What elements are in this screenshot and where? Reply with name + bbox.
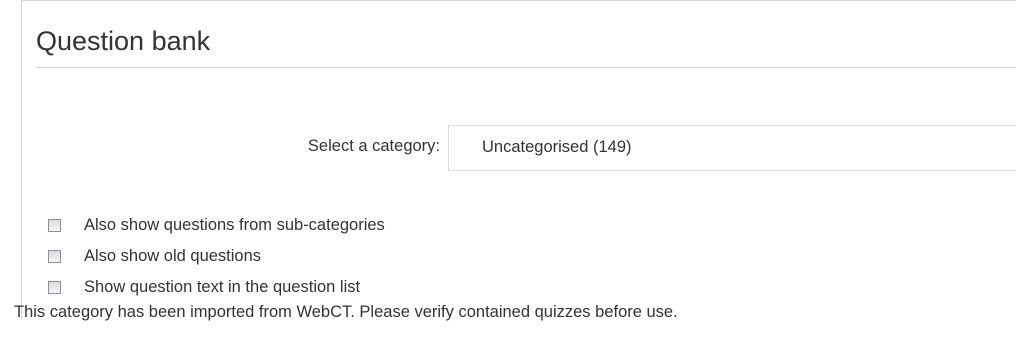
category-label: Select a category: xyxy=(307,137,440,155)
option-show-question-text[interactable]: Show question text in the question list xyxy=(48,276,360,298)
import-notice: This category has been imported from Web… xyxy=(14,303,678,321)
question-text-label: Show question text in the question list xyxy=(84,277,361,296)
title-divider xyxy=(36,67,1016,68)
subcategories-checkbox[interactable] xyxy=(48,218,61,232)
question-text-checkbox[interactable] xyxy=(48,280,61,294)
subcategories-label: Also show questions from sub-categories xyxy=(84,215,385,234)
category-select[interactable]: Uncategorised (149) xyxy=(448,125,1016,171)
option-show-old-questions[interactable]: Also show old questions xyxy=(48,245,261,267)
old-questions-checkbox[interactable] xyxy=(48,249,61,263)
old-questions-label: Also show old questions xyxy=(84,246,262,265)
page-title: Question bank xyxy=(36,26,211,56)
option-show-subcategories[interactable]: Also show questions from sub-categories xyxy=(48,214,385,236)
